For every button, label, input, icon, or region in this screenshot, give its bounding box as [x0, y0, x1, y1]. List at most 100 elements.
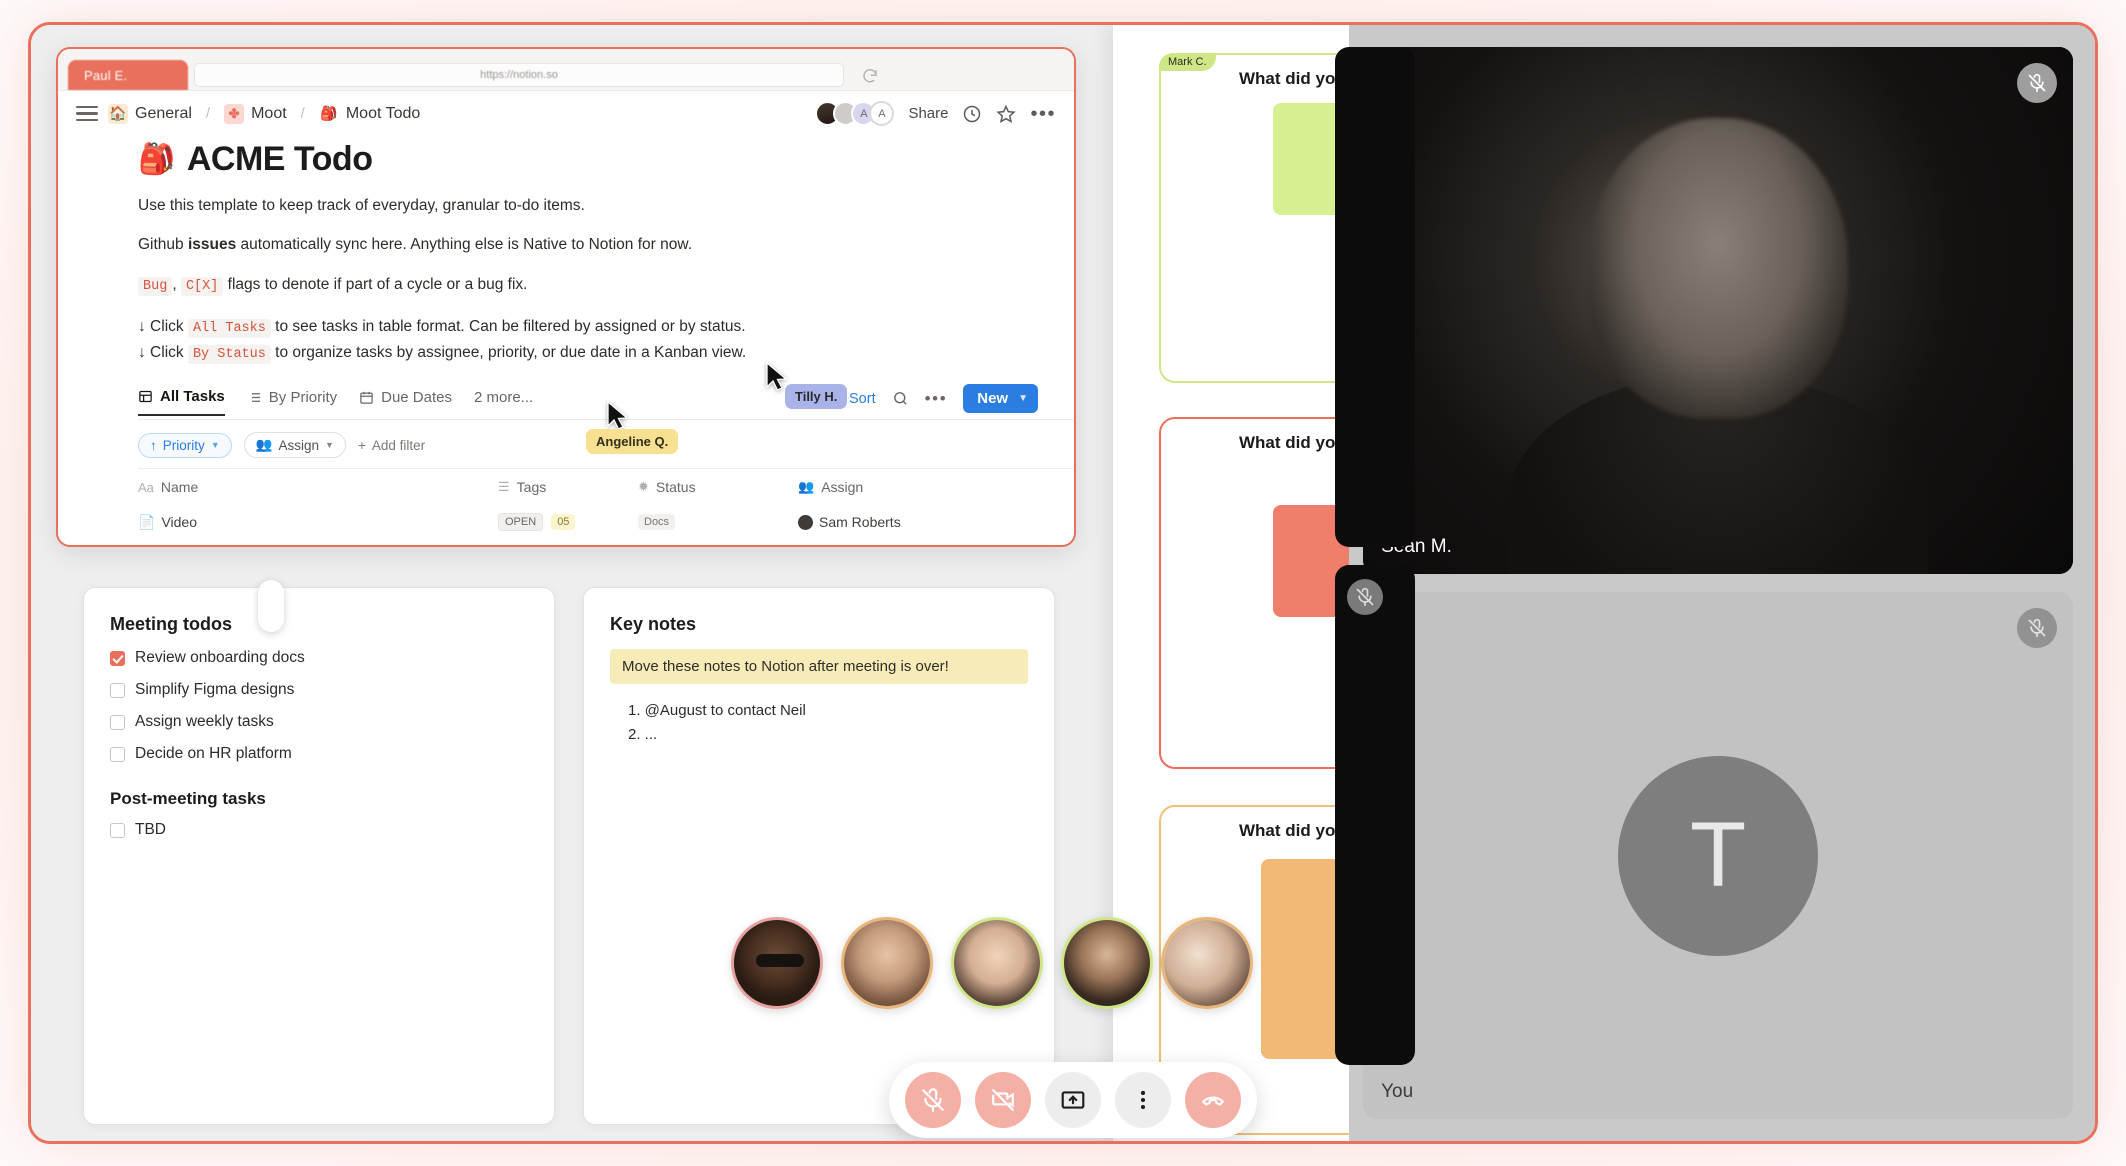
board-card-owner-tag: Mark C.	[1159, 53, 1216, 71]
notion-header-actions: A A Share •••	[815, 101, 1056, 126]
todo-item[interactable]: Assign weekly tasks	[110, 713, 528, 731]
collaborator-avatars[interactable]: A A	[815, 101, 895, 126]
github-text-bold: issues	[187, 236, 237, 254]
post-meeting-tasks-title: Post-meeting tasks	[110, 789, 266, 808]
star-icon[interactable]	[996, 104, 1017, 124]
filter-chip-assign[interactable]: 👥 Assign ▼	[243, 432, 346, 459]
column-header-name[interactable]: Aa Name	[138, 479, 498, 495]
checkbox-icon[interactable]	[110, 650, 125, 666]
participant-avatar[interactable]	[731, 917, 823, 1009]
tab-due-dates[interactable]: Due Dates	[359, 389, 452, 415]
column-header-tags[interactable]: ☰ Tags	[498, 479, 638, 495]
end-call-button[interactable]	[1185, 1072, 1241, 1128]
checkbox-icon[interactable]	[110, 714, 125, 730]
house-emoji-icon: 🏠	[108, 103, 128, 124]
tab-all-tasks[interactable]: All Tasks	[138, 388, 225, 416]
video-tile-overflow-1[interactable]	[1335, 47, 1416, 547]
reload-icon[interactable]	[861, 67, 879, 85]
cell-assign-text: Sam Roberts	[819, 514, 901, 531]
more-horizontal-icon[interactable]: •••	[1030, 104, 1056, 124]
tab-label-more: 2 more...	[473, 388, 534, 406]
avatar-initial: T	[1618, 755, 1819, 956]
share-screen-button[interactable]	[1045, 1072, 1101, 1128]
breadcrumb-item-general[interactable]: 🏠 General	[108, 103, 192, 124]
key-notes-list-item: 1. @August to contact Neil	[628, 702, 806, 719]
url-bar[interactable]: https://notion.so	[194, 63, 877, 87]
flags-rest: flags to denote if part of a cycle or a …	[223, 275, 528, 293]
participant-avatar[interactable]	[951, 917, 1043, 1009]
share-button[interactable]: Share	[908, 105, 948, 122]
table-header-row: Aa Name ☰ Tags ✹ Status 👥 Assign	[138, 468, 1074, 505]
hamburger-menu-icon[interactable]	[76, 105, 98, 122]
video-tile-you[interactable]: T You	[1363, 592, 2073, 1119]
todo-label: Review onboarding docs	[135, 649, 305, 666]
breadcrumb-item-moot-todo[interactable]: 🎒 Moot Todo	[319, 104, 420, 124]
checkbox-icon[interactable]	[110, 682, 125, 698]
filter-chip-priority[interactable]: ↑ Priority ▼	[138, 432, 232, 458]
code-cx: C[X]	[180, 276, 224, 296]
checkbox-icon[interactable]	[110, 746, 125, 762]
avatar: A	[869, 101, 895, 126]
clock-icon[interactable]	[962, 104, 982, 124]
filter-chips-row: ↑ Priority ▼ 👥 Assign ▼ + Add filter	[138, 420, 1074, 468]
plus-icon: +	[357, 437, 366, 453]
mic-toggle-button[interactable]	[905, 1072, 961, 1128]
filter-chip-priority-label: Priority	[162, 437, 205, 453]
drawer-handle-icon[interactable]	[258, 580, 284, 632]
video-tile-overflow-2[interactable]	[1335, 565, 1416, 1065]
page-icon: 📄	[138, 513, 156, 530]
status-icon: ✹	[638, 479, 649, 495]
tab-label-by-priority: By Priority	[268, 388, 338, 406]
key-notes-card: Key notes Move these notes to Notion aft…	[583, 587, 1055, 1125]
table-row[interactable]: 📄 Video OPEN 05 Docs Sam Roberts	[138, 505, 1074, 532]
avatar	[798, 514, 813, 530]
browser-tab[interactable]: Paul E.	[68, 60, 188, 90]
click-all-tasks-line: ↓ Click All Tasks to see tasks in table …	[138, 314, 1074, 340]
todo-item[interactable]: Review onboarding docs	[110, 649, 528, 667]
camera-toggle-button[interactable]	[975, 1072, 1031, 1128]
participant-avatar[interactable]	[841, 917, 933, 1009]
todo-item[interactable]: Decide on HR platform	[110, 745, 528, 763]
tab-by-priority[interactable]: By Priority	[247, 389, 337, 415]
more-options-button[interactable]	[1115, 1072, 1171, 1128]
database-more-icon[interactable]: •••	[925, 390, 948, 407]
code-by-status: By Status	[187, 344, 271, 364]
board-card-green[interactable]: Mark C. What did you do yesterday?	[1159, 53, 1350, 383]
board-card-red[interactable]: What did you do yesterday?	[1159, 417, 1350, 769]
more-vertical-icon	[1140, 1090, 1146, 1110]
chevron-down-icon: ▼	[210, 440, 220, 451]
participant-avatar[interactable]	[1161, 917, 1253, 1009]
mic-status-badge[interactable]	[2017, 608, 2057, 648]
code-bug: Bug	[138, 276, 173, 296]
mic-status-badge[interactable]	[1347, 579, 1384, 615]
add-filter-button[interactable]: + Add filter	[358, 438, 425, 453]
cell-name: 📄 Video	[138, 514, 498, 531]
browser-chrome: Paul E. https://notion.so	[58, 49, 1074, 91]
checkbox-icon[interactable]	[110, 822, 125, 838]
click-by-status-line: ↓ Click By Status to organize tasks by a…	[138, 340, 1074, 366]
text-type-icon: Aa	[138, 479, 154, 495]
phone-hangup-icon	[1201, 1096, 1225, 1106]
click-rest-2: to organize tasks by assignee, priority,…	[270, 343, 747, 361]
todo-item[interactable]: Simplify Figma designs	[110, 681, 528, 699]
microphone-off-icon	[2028, 618, 2046, 638]
column-header-assign[interactable]: 👥 Assign	[798, 479, 863, 495]
browser-tab-label: Paul E.	[84, 67, 128, 83]
column-header-status[interactable]: ✹ Status	[638, 479, 798, 495]
breadcrumb-label-moot-todo: Moot Todo	[345, 104, 421, 122]
new-button[interactable]: New ▼	[963, 384, 1038, 414]
todo-item[interactable]: TBD	[110, 821, 528, 839]
github-sync-paragraph: Github issues automatically sync here. A…	[138, 234, 1074, 256]
search-icon[interactable]	[892, 390, 909, 407]
video-tile-sean[interactable]: Sean M.	[1363, 47, 2073, 574]
github-text-a: Github	[138, 236, 188, 254]
video-feed-face	[1588, 118, 1849, 419]
board-card-question: What did you do yesterday?	[1239, 69, 1349, 88]
tab-more-views[interactable]: 2 more...	[474, 389, 533, 415]
breadcrumb-item-moot[interactable]: ✤ Moot	[224, 103, 287, 124]
participant-avatar[interactable]	[1061, 917, 1153, 1009]
sort-button[interactable]: Sort	[849, 391, 876, 407]
filter-button[interactable]: Filter	[801, 391, 833, 407]
key-notes-list-item: 2. ...	[628, 726, 658, 743]
mic-status-badge[interactable]	[2017, 63, 2057, 103]
